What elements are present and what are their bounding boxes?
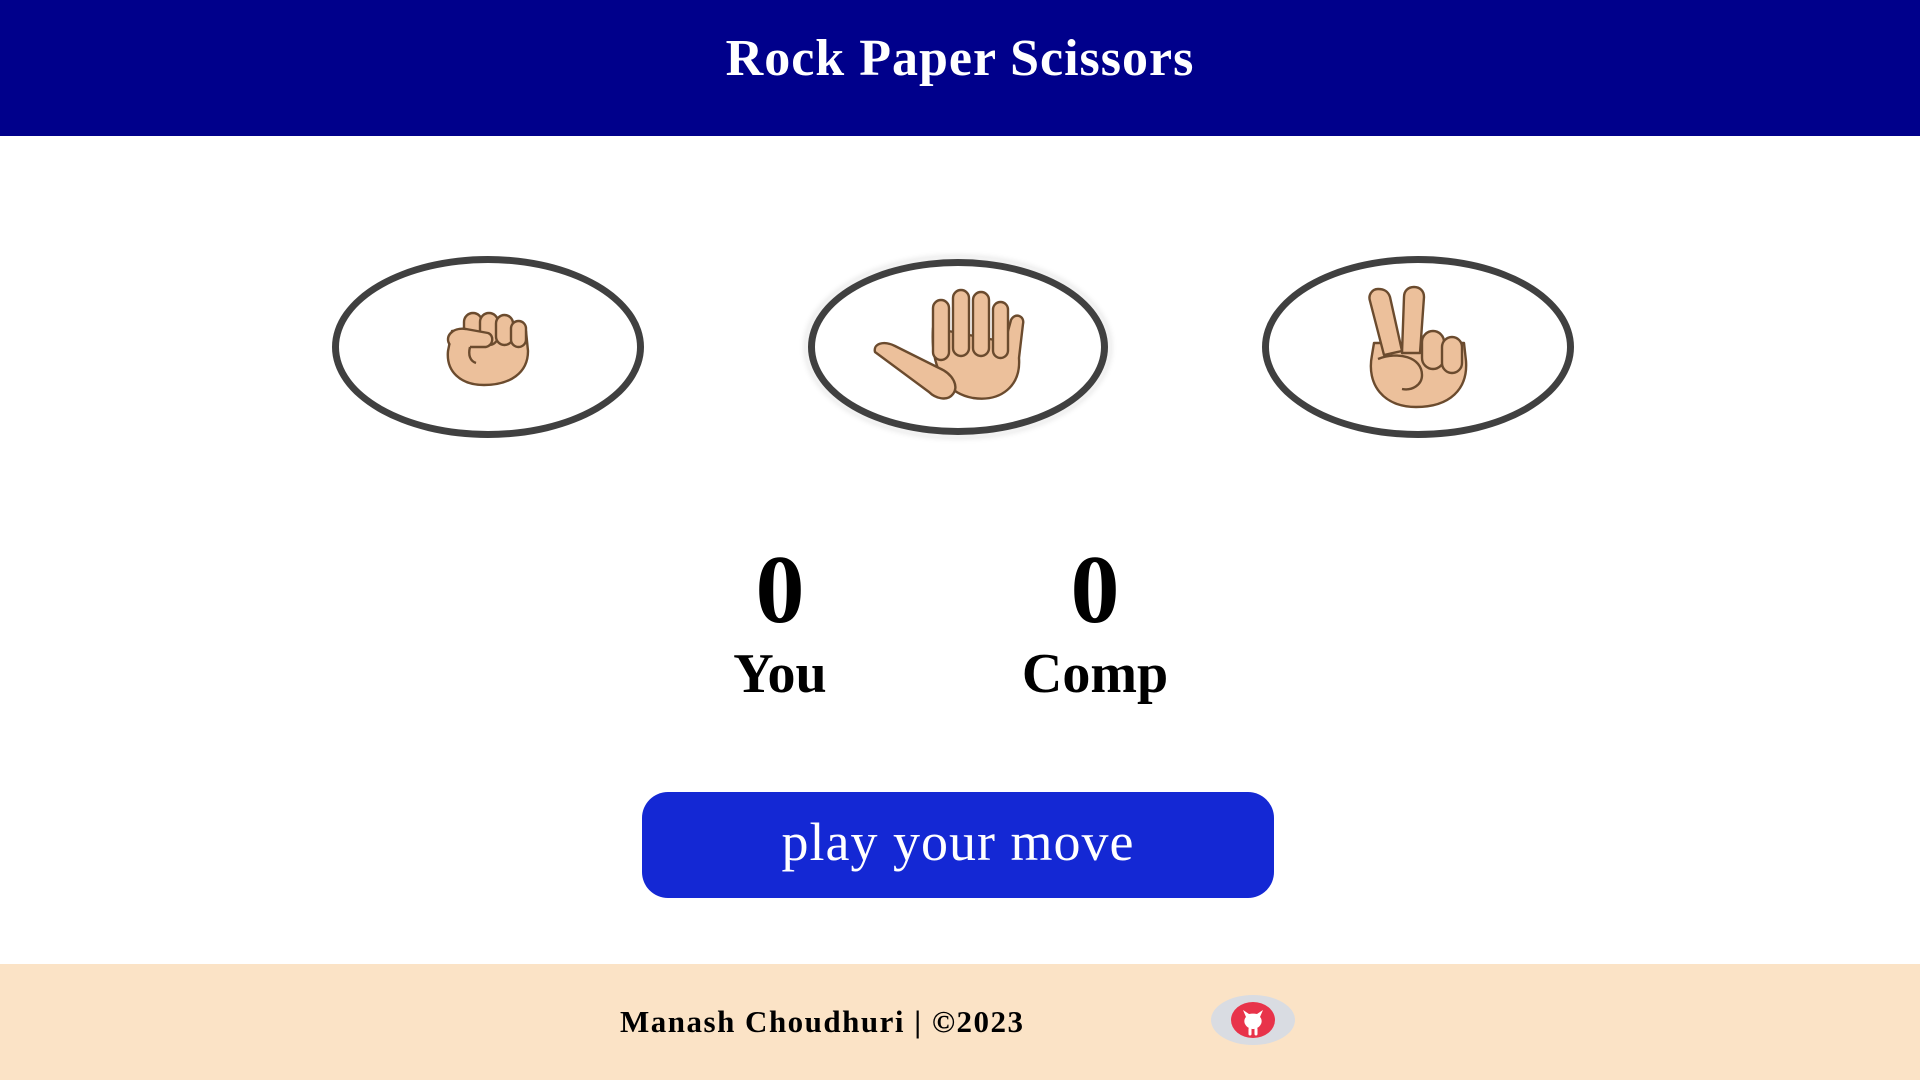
scissors-choice-button[interactable] xyxy=(1262,256,1574,438)
app-header: Rock Paper Scissors xyxy=(0,0,1920,136)
rock-choice-button[interactable] xyxy=(332,256,644,438)
paper-choice-button[interactable] xyxy=(808,259,1108,435)
open-hand-icon xyxy=(873,288,1025,400)
page-title: Rock Paper Scissors xyxy=(725,29,1195,87)
fist-icon xyxy=(446,311,530,387)
footer-credit: Manash Choudhuri | ©2023 xyxy=(620,1004,1025,1039)
user-score: 0 xyxy=(755,536,805,644)
github-link[interactable] xyxy=(1211,995,1295,1045)
user-score-label: You xyxy=(733,643,827,705)
comp-score-label: Comp xyxy=(1021,643,1169,705)
comp-score-block: 0 Comp xyxy=(995,538,1195,704)
victory-hand-icon xyxy=(1368,285,1468,409)
play-your-move-message[interactable]: play your move xyxy=(642,792,1274,898)
user-score-block: 0 You xyxy=(680,538,880,704)
github-icon xyxy=(1231,1002,1275,1038)
comp-score: 0 xyxy=(1070,536,1120,644)
